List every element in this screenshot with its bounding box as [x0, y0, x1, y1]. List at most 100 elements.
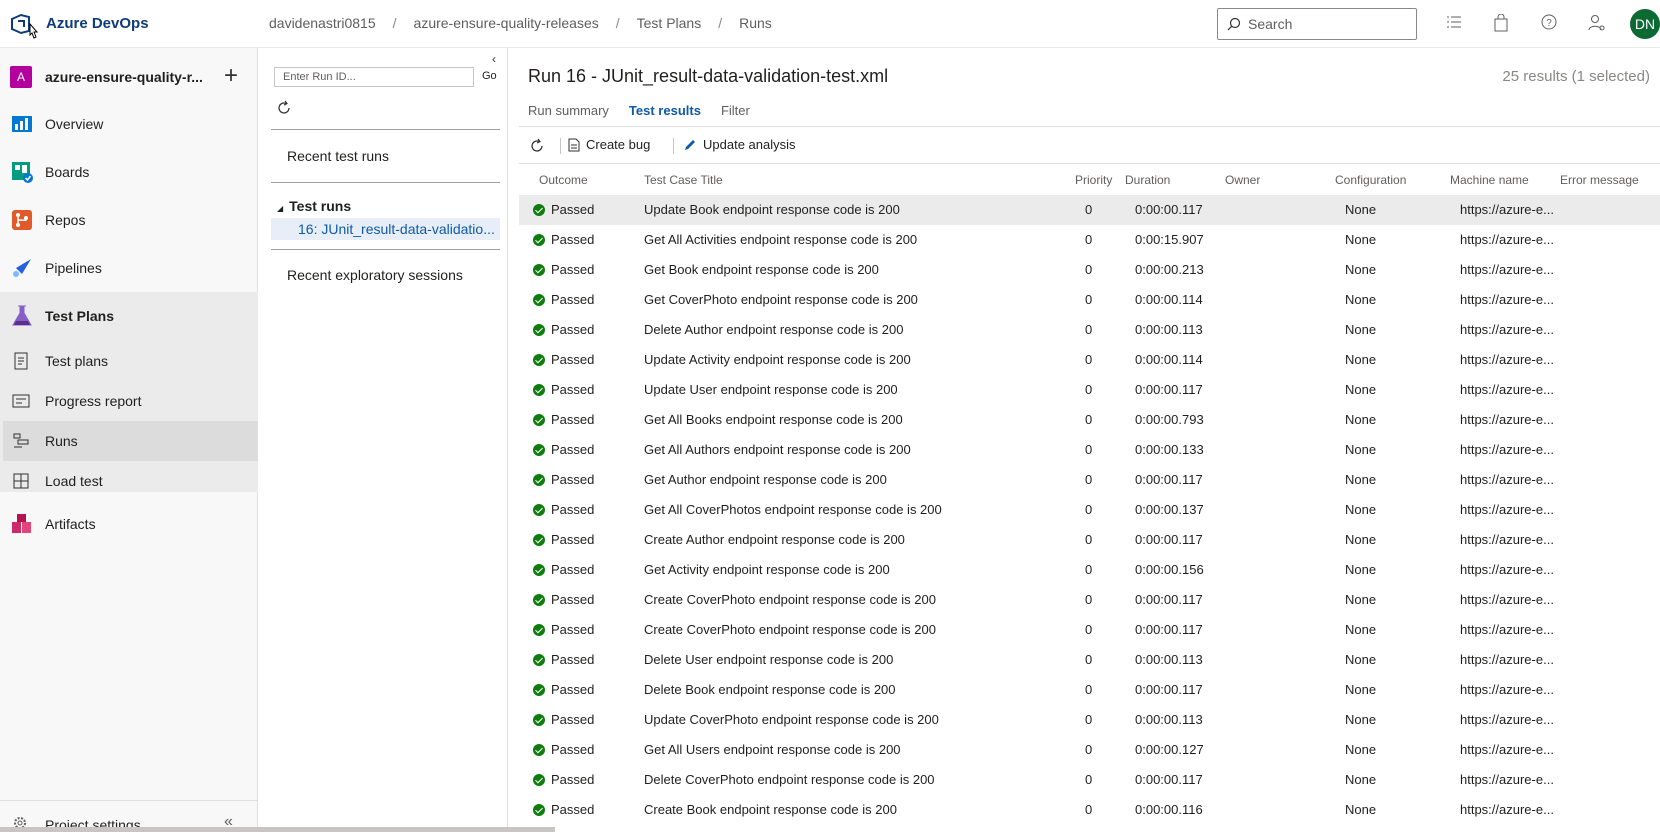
table-row[interactable]: Passed Create Author endpoint response co…: [519, 525, 1660, 555]
add-icon[interactable]: +: [224, 62, 238, 90]
table-row[interactable]: Passed Delete CoverPhoto endpoint respons…: [519, 765, 1660, 795]
breadcrumb-test-plans[interactable]: Test Plans: [637, 15, 702, 31]
column-header-priority[interactable]: Priority: [1075, 173, 1112, 187]
outcome-cell: Passed: [551, 202, 595, 217]
shopping-bag-icon[interactable]: [1493, 14, 1509, 32]
machine-name-cell: https://azure-e...: [1460, 202, 1554, 217]
breadcrumb-runs[interactable]: Runs: [739, 15, 772, 31]
sidebar-item-overview[interactable]: Overview: [0, 104, 258, 144]
passed-check-icon: [533, 324, 545, 336]
column-header-error-message[interactable]: Error message: [1560, 173, 1639, 187]
table-row[interactable]: Passed Update Activity endpoint response …: [519, 345, 1660, 375]
result-count: 25 results (1 selected): [1502, 68, 1650, 85]
table-row[interactable]: Passed Create CoverPhoto endpoint respons…: [519, 585, 1660, 615]
column-header-owner[interactable]: Owner: [1225, 173, 1260, 187]
column-header-outcome[interactable]: Outcome: [539, 173, 588, 187]
table-row[interactable]: Passed Update Book endpoint response code…: [519, 195, 1660, 225]
avatar[interactable]: DN: [1630, 9, 1660, 39]
title-cell: Get Author endpoint response code is 200: [644, 472, 887, 487]
column-header-title[interactable]: Test Case Title: [644, 173, 723, 187]
sidebar-item-artifacts[interactable]: Artifacts: [0, 504, 258, 544]
configuration-cell: None: [1345, 352, 1377, 367]
refresh-icon[interactable]: [276, 100, 292, 116]
table-row[interactable]: Passed Get Author endpoint response code …: [519, 465, 1660, 495]
sidebar-item-load-test[interactable]: Load test: [0, 461, 258, 501]
sidebar-item-repos[interactable]: Repos: [0, 200, 258, 240]
horizontal-scrollbar[interactable]: [0, 827, 555, 832]
recent-test-runs-link[interactable]: Recent test runs: [287, 148, 389, 164]
table-row[interactable]: Passed Get All Books endpoint response co…: [519, 405, 1660, 435]
configuration-cell: None: [1345, 292, 1377, 307]
test-runs-label: Test runs: [289, 198, 352, 214]
table-row[interactable]: Passed Create Book endpoint response code…: [519, 795, 1660, 825]
breadcrumb-separator: /: [718, 15, 723, 31]
user-settings-icon[interactable]: [1588, 14, 1606, 32]
priority-cell: 0: [1085, 652, 1093, 667]
priority-cell: 0: [1085, 772, 1093, 787]
tab-test-results[interactable]: Test results: [629, 103, 701, 118]
title-cell: Delete CoverPhoto endpoint response code…: [644, 772, 935, 787]
task-list-icon[interactable]: [1446, 14, 1462, 30]
table-row[interactable]: Passed Get CoverPhoto endpoint response c…: [519, 285, 1660, 315]
machine-name-cell: https://azure-e...: [1460, 472, 1554, 487]
table-row[interactable]: Passed Delete Book endpoint response code…: [519, 675, 1660, 705]
sidebar-item-label: Test plans: [45, 353, 109, 369]
go-button[interactable]: Go: [482, 70, 497, 82]
outcome-cell: Passed: [551, 532, 595, 547]
run-id-input[interactable]: [274, 67, 474, 87]
project-selector[interactable]: A azure-ensure-quality-r... +: [0, 56, 258, 96]
priority-cell: 0: [1085, 802, 1093, 817]
outcome-cell: Passed: [551, 802, 595, 817]
machine-name-cell: https://azure-e...: [1460, 442, 1554, 457]
table-row[interactable]: Passed Update User endpoint response code…: [519, 375, 1660, 405]
machine-name-cell: https://azure-e...: [1460, 592, 1554, 607]
tab-filter[interactable]: Filter: [721, 103, 750, 118]
table-row[interactable]: Passed Delete User endpoint response code…: [519, 645, 1660, 675]
configuration-cell: None: [1345, 412, 1377, 427]
title-cell: Get Activity endpoint response code is 2…: [644, 562, 890, 577]
search-input[interactable]: [1248, 16, 1408, 32]
refresh-icon[interactable]: [529, 138, 545, 154]
sidebar-item-progress-report[interactable]: Progress report: [0, 381, 258, 421]
sidebar-item-test-plans-list[interactable]: Test plans: [0, 341, 258, 381]
column-header-configuration[interactable]: Configuration: [1335, 173, 1406, 187]
table-row[interactable]: Passed Get All Users endpoint response co…: [519, 735, 1660, 765]
machine-name-cell: https://azure-e...: [1460, 412, 1554, 427]
table-row[interactable]: Passed Get All Activities endpoint respon…: [519, 225, 1660, 255]
configuration-cell: None: [1345, 322, 1377, 337]
sidebar: A azure-ensure-quality-r... + Overview B…: [0, 48, 258, 832]
table-row[interactable]: Passed Delete Author endpoint response co…: [519, 315, 1660, 345]
brand-name: Azure DevOps: [46, 15, 149, 32]
sidebar-item-runs[interactable]: Runs: [0, 421, 258, 461]
load-test-icon: [13, 473, 29, 489]
help-icon[interactable]: ?: [1541, 14, 1557, 30]
breadcrumb-project[interactable]: azure-ensure-quality-releases: [414, 15, 599, 31]
priority-cell: 0: [1085, 352, 1093, 367]
sidebar-item-boards[interactable]: Boards: [0, 152, 258, 192]
toolbar-separator: [673, 138, 674, 154]
update-analysis-button[interactable]: Update analysis: [683, 137, 796, 152]
sidebar-item-pipelines[interactable]: Pipelines: [0, 248, 258, 288]
column-header-duration[interactable]: Duration: [1125, 173, 1170, 187]
table-row[interactable]: Passed Get All CoverPhotos endpoint respo…: [519, 495, 1660, 525]
test-runs-header[interactable]: ◢ Test runs: [277, 198, 351, 214]
recent-exploratory-sessions-link[interactable]: Recent exploratory sessions: [287, 267, 463, 283]
outcome-cell: Passed: [551, 772, 595, 787]
table-row[interactable]: Passed Get Book endpoint response code is…: [519, 255, 1660, 285]
collapse-pane-icon[interactable]: ‹: [492, 52, 496, 66]
machine-name-cell: https://azure-e...: [1460, 562, 1554, 577]
table-row[interactable]: Passed Get Activity endpoint response cod…: [519, 555, 1660, 585]
selected-run-item[interactable]: 16: JUnit_result-data-validatio...: [271, 218, 500, 240]
column-header-machine-name[interactable]: Machine name: [1450, 173, 1529, 187]
table-row[interactable]: Passed Update CoverPhoto endpoint respons…: [519, 705, 1660, 735]
table-row[interactable]: Passed Get All Authors endpoint response …: [519, 435, 1660, 465]
create-bug-button[interactable]: Create bug: [568, 137, 650, 152]
brand[interactable]: Azure DevOps: [0, 0, 258, 48]
sidebar-item-test-plans[interactable]: Test Plans: [0, 296, 258, 336]
passed-check-icon: [533, 624, 545, 636]
tab-run-summary[interactable]: Run summary: [528, 103, 609, 118]
breadcrumb-org[interactable]: davidenastri0815: [269, 15, 376, 31]
search-box[interactable]: [1217, 8, 1417, 40]
passed-check-icon: [533, 384, 545, 396]
table-row[interactable]: Passed Create CoverPhoto endpoint respons…: [519, 615, 1660, 645]
